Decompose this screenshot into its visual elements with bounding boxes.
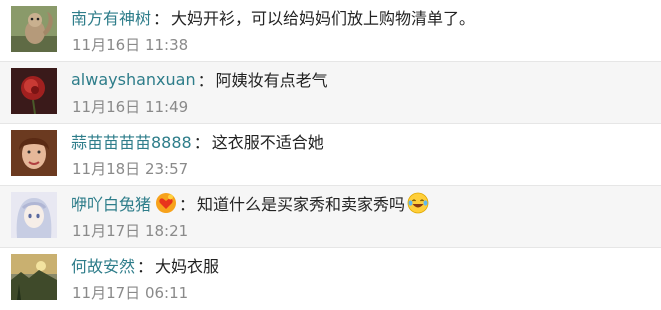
anime-girl-avatar-icon: [11, 192, 57, 238]
comment-line: alwayshanxuan ： 阿姨妆有点老气: [71, 66, 328, 92]
separator: ：: [197, 71, 214, 90]
avatar[interactable]: [11, 192, 57, 238]
comment-list: 南方有神树 ： 大妈开衫，可以给妈妈们放上购物清单了。 11月16日 11:38…: [0, 0, 661, 310]
timestamp: 11月16日 11:38: [72, 36, 189, 54]
username[interactable]: 何故安然: [71, 253, 135, 277]
heart-badge-icon: [155, 192, 177, 214]
comment-item: 蒜苗苗苗苗8888 ： 这衣服不适合她 11月18日 23:57: [0, 124, 661, 186]
avatar[interactable]: [11, 130, 57, 176]
comment-text: 知道什么是买家秀和卖家秀吗: [197, 195, 406, 214]
comment-text: 这衣服不适合她: [211, 133, 324, 152]
separator: ：: [137, 257, 154, 276]
timestamp: 11月16日 11:49: [72, 98, 189, 116]
avatar[interactable]: [11, 68, 57, 114]
woman-portrait-avatar-icon: [11, 130, 57, 176]
separator: ：: [193, 133, 210, 152]
comment-line: 蒜苗苗苗苗8888 ： 这衣服不适合她: [71, 128, 324, 154]
timestamp: 11月17日 06:11: [72, 284, 189, 302]
avatar[interactable]: [11, 6, 57, 52]
avatar[interactable]: [11, 254, 57, 300]
comment-text: 大妈开衫，可以给妈妈们放上购物清单了。: [171, 9, 476, 28]
comment-item: 咿吖白兔猪 ： 知道什么是买家秀和卖家秀吗 11月17日 18:21: [0, 186, 661, 248]
username[interactable]: 咿吖白兔猪: [71, 191, 151, 215]
username[interactable]: 蒜苗苗苗苗8888: [71, 129, 192, 153]
separator: ：: [179, 195, 196, 214]
laughing-tears-emoji-icon: [407, 192, 429, 214]
username[interactable]: 南方有神树: [71, 5, 151, 29]
comment-line: 何故安然 ： 大妈衣服: [71, 252, 219, 278]
separator: ：: [153, 9, 170, 28]
comment-text: 大妈衣服: [155, 257, 220, 276]
comment-line: 咿吖白兔猪 ： 知道什么是买家秀和卖家秀吗: [71, 190, 429, 216]
comment-line: 南方有神树 ： 大妈开衫，可以给妈妈们放上购物清单了。: [71, 4, 475, 30]
username[interactable]: alwayshanxuan: [71, 70, 196, 89]
comment-item: 何故安然 ： 大妈衣服 11月17日 06:11: [0, 248, 661, 310]
sunset-landscape-avatar-icon: [11, 254, 57, 300]
comment-item: 南方有神树 ： 大妈开衫，可以给妈妈们放上购物清单了。 11月16日 11:38: [0, 0, 661, 62]
timestamp: 11月17日 18:21: [72, 222, 189, 240]
timestamp: 11月18日 23:57: [72, 160, 189, 178]
comment-item: alwayshanxuan ： 阿姨妆有点老气 11月16日 11:49: [0, 62, 661, 124]
squirrel-avatar-icon: [11, 6, 57, 52]
comment-text: 阿姨妆有点老气: [215, 71, 328, 90]
red-flower-avatar-icon: [11, 68, 57, 114]
